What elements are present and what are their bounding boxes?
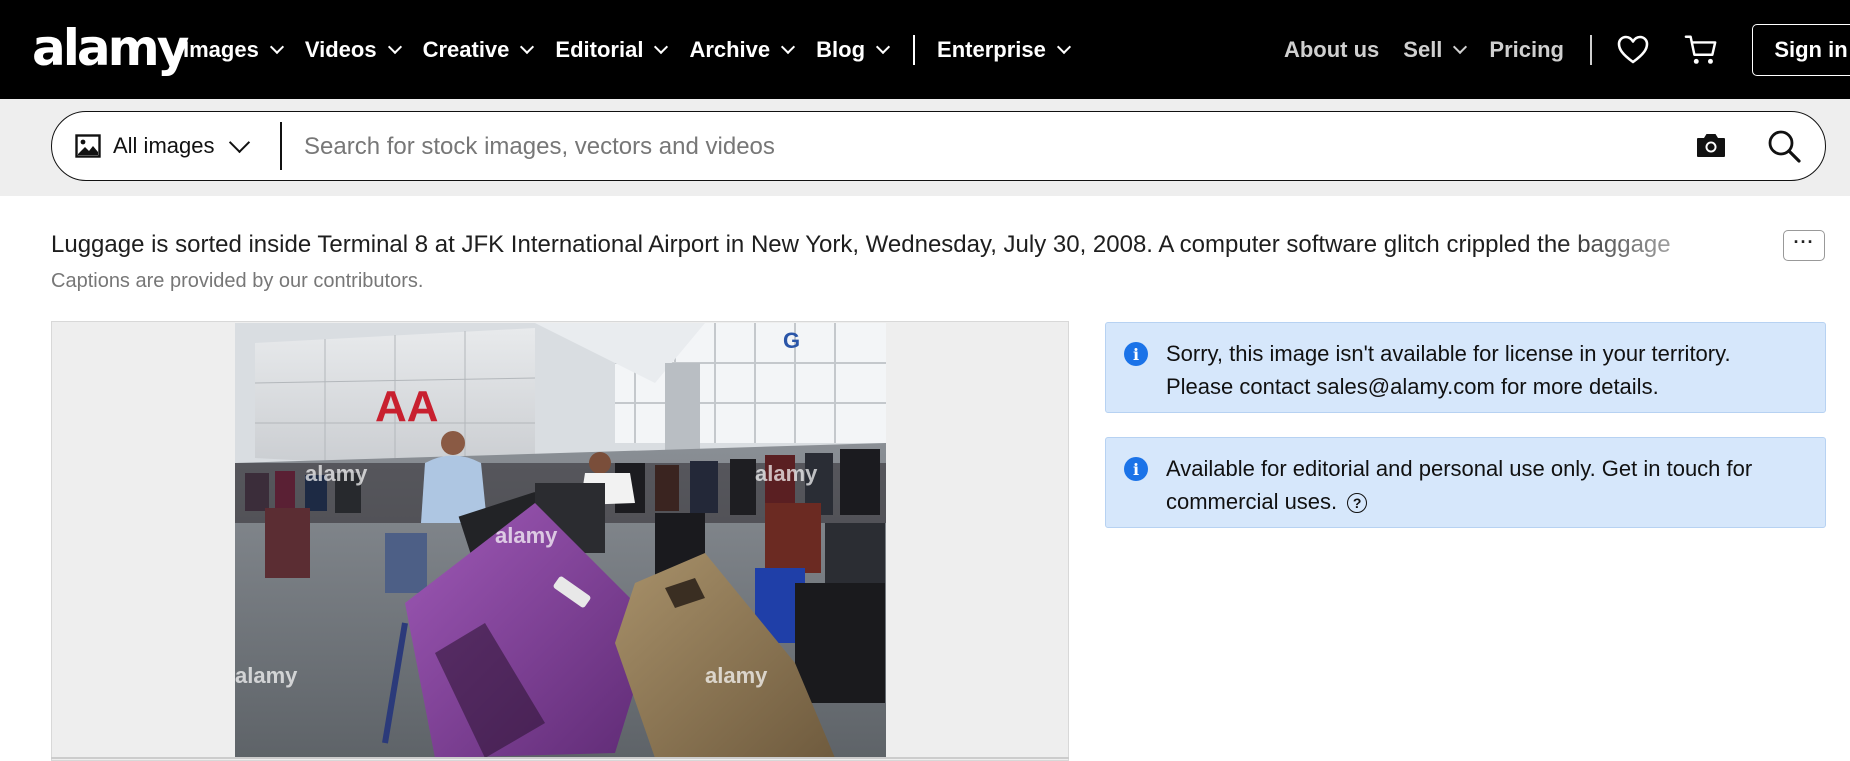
territory-notice-line-1: Sorry, this image isn't available for li… (1166, 341, 1731, 366)
editorial-notice-line-1: Available for editorial and personal use… (1166, 456, 1753, 481)
sell-menu[interactable]: Sell (1403, 36, 1468, 63)
photo-aa-logo: AA (375, 382, 439, 431)
editorial-use-notice: i Available for editorial and personal u… (1105, 437, 1826, 528)
nav-creative[interactable]: Creative (422, 36, 535, 63)
photo-watermark: alamy (305, 461, 368, 486)
nav-enterprise[interactable]: Enterprise (937, 36, 1071, 63)
chevron-down-icon (269, 39, 284, 54)
nav-blog-label: Blog (816, 36, 866, 62)
luggage-photo-illustration: AA G alamy alamy alamy alamy alamy (235, 323, 886, 758)
cart-button[interactable] (1684, 33, 1718, 67)
photo-watermark: alamy (495, 523, 558, 548)
nav-archive-label: Archive (689, 36, 771, 62)
chevron-down-icon (229, 131, 251, 154)
nav-images[interactable]: Images (183, 36, 284, 63)
panel-bottom-rule (51, 757, 1069, 759)
chevron-down-icon (781, 39, 796, 54)
sign-in-button[interactable]: Sign in (1752, 23, 1850, 76)
photo-gate-sign: G (783, 328, 800, 353)
info-icon: i (1124, 457, 1148, 481)
utility-menu: About us Sell Pricing Sign in (1284, 0, 1850, 99)
heart-icon (1617, 35, 1649, 63)
cart-icon (1684, 35, 1717, 64)
search-bar: All images (51, 111, 1826, 181)
territory-notice: i Sorry, this image isn't available for … (1105, 322, 1826, 413)
chevron-down-icon (387, 39, 402, 54)
photo-watermark: alamy (705, 663, 768, 688)
nav-editorial[interactable]: Editorial (555, 36, 669, 63)
nav-editorial-label: Editorial (555, 36, 644, 62)
photo-watermark: alamy (235, 663, 298, 688)
nav-images-label: Images (183, 36, 259, 62)
image-caption: Luggage is sorted inside Terminal 8 at J… (51, 231, 1671, 258)
visual-search-button[interactable] (1695, 131, 1727, 164)
chevron-down-icon (520, 39, 535, 54)
chevron-down-icon (654, 39, 669, 54)
question-circle-icon[interactable]: ? (1347, 493, 1368, 514)
top-navigation: alamy Images Videos Creative Editorial A… (0, 0, 1850, 99)
image-type-label: All images (113, 132, 215, 158)
territory-notice-text: Sorry, this image isn't available for li… (1166, 337, 1805, 403)
nav-videos-label: Videos (304, 36, 377, 62)
nav-blog[interactable]: Blog (816, 36, 891, 63)
photo-watermark: alamy (755, 461, 818, 486)
chevron-down-icon (1056, 39, 1071, 54)
utility-divider (1590, 34, 1592, 65)
territory-notice-line-2: Please contact sales@alamy.com for more … (1166, 374, 1659, 399)
editorial-notice-text: Available for editorial and personal use… (1166, 452, 1805, 518)
main-menu: Images Videos Creative Editorial Archive… (183, 0, 1092, 99)
favorites-button[interactable] (1616, 33, 1650, 67)
chevron-down-icon (1453, 39, 1468, 54)
about-us-link[interactable]: About us (1284, 37, 1379, 63)
expand-caption-button[interactable]: ··· (1783, 230, 1825, 261)
search-button[interactable] (1767, 129, 1801, 168)
nav-videos[interactable]: Videos (304, 36, 402, 63)
nav-divider (913, 34, 916, 65)
search-divider (280, 122, 282, 170)
image-preview-panel: AA G alamy alamy alamy alamy alamy (51, 321, 1069, 761)
image-type-dropdown[interactable]: All images (75, 112, 251, 179)
alamy-logo[interactable]: alamy (32, 18, 189, 78)
stock-photo[interactable]: AA G alamy alamy alamy alamy alamy (235, 323, 886, 758)
search-icon (1768, 130, 1801, 163)
search-input[interactable] (302, 126, 1686, 168)
caption-disclaimer: Captions are provided by our contributor… (51, 270, 424, 292)
chevron-down-icon (875, 39, 891, 54)
sell-label: Sell (1403, 36, 1443, 62)
nav-enterprise-label: Enterprise (937, 36, 1046, 62)
search-band: All images (0, 99, 1850, 196)
nav-archive[interactable]: Archive (689, 36, 796, 63)
camera-icon (1697, 134, 1725, 157)
nav-creative-label: Creative (422, 36, 510, 62)
editorial-notice-line-2: commercial uses. (1166, 489, 1338, 514)
pricing-link[interactable]: Pricing (1489, 37, 1564, 63)
image-icon (75, 133, 101, 158)
info-icon: i (1124, 342, 1148, 366)
